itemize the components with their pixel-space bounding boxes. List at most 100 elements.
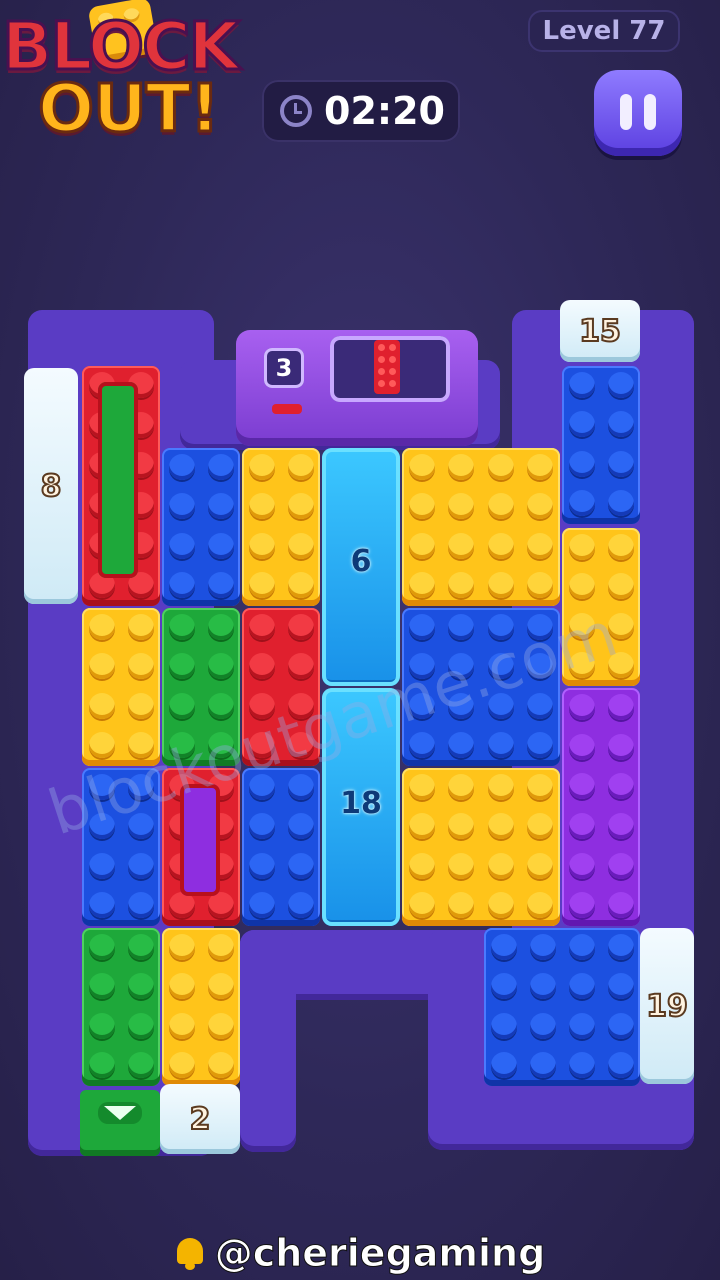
brick-stud (207, 653, 234, 680)
brick-stud (568, 933, 595, 960)
brick-stud (127, 852, 154, 879)
block-blue[interactable] (162, 448, 240, 606)
exit-gate-19: 19 (640, 928, 694, 1084)
brick-stud (248, 852, 275, 879)
red-brick-target-icon (374, 340, 400, 394)
ice-counter: 6 (350, 544, 372, 579)
block-yellow-large[interactable] (402, 768, 560, 926)
brick-stud (168, 493, 195, 520)
brick-stud (168, 532, 195, 559)
brick-stud (607, 573, 634, 600)
brick-stud (408, 892, 435, 919)
brick-stud (88, 892, 115, 919)
exit-gate-15: 15 (560, 300, 640, 362)
brick-stud (207, 1052, 234, 1079)
brick-stud (568, 411, 595, 438)
brick-stud (568, 852, 595, 879)
brick-stud (568, 371, 595, 398)
brick-stud (487, 572, 514, 599)
green-exit (80, 1090, 160, 1156)
block-purple[interactable] (562, 688, 640, 926)
brick-stud (88, 613, 115, 640)
brick-stud (88, 653, 115, 680)
brick-stud (207, 933, 234, 960)
brick-stud (88, 1012, 115, 1039)
brick-stud (248, 493, 275, 520)
machine-indicator-light (272, 404, 302, 414)
brick-stud (88, 973, 115, 1000)
brick-stud (527, 773, 554, 800)
brick-stud (408, 453, 435, 480)
gate-counter: 19 (645, 988, 689, 1025)
block-yellow[interactable] (82, 608, 160, 766)
brick-stud (287, 532, 314, 559)
brick-stud (287, 453, 314, 480)
brick-stud (568, 1052, 595, 1079)
brick-stud (248, 453, 275, 480)
brick-stud (207, 453, 234, 480)
brick-stud (607, 733, 634, 760)
block-red-tall-inner (98, 382, 138, 578)
brick-stud (248, 532, 275, 559)
brick-stud (408, 493, 435, 520)
brick-stud (490, 1012, 517, 1039)
brick-stud (207, 1012, 234, 1039)
brick-stud (568, 773, 595, 800)
block-blue-large[interactable] (484, 928, 640, 1086)
brick-stud (127, 653, 154, 680)
brick-stud (568, 812, 595, 839)
brick-stud (607, 933, 634, 960)
brick-stud (568, 892, 595, 919)
brick-stud (287, 613, 314, 640)
block-blue[interactable] (562, 366, 640, 524)
brick-stud (127, 933, 154, 960)
brick-stud (248, 892, 275, 919)
brick-stud (207, 692, 234, 719)
brick-stud (408, 532, 435, 559)
brick-stud (487, 732, 514, 759)
brick-stud (529, 1052, 556, 1079)
brick-stud (607, 973, 634, 1000)
brick-stud (487, 453, 514, 480)
brick-stud (527, 453, 554, 480)
brick-stud (287, 493, 314, 520)
brick-stud (287, 813, 314, 840)
brick-stud (248, 572, 275, 599)
brick-stud (568, 450, 595, 477)
brick-stud (408, 732, 435, 759)
block-blue[interactable] (242, 768, 320, 926)
brick-stud (248, 813, 275, 840)
brick-stud (448, 613, 475, 640)
brick-stud (207, 532, 234, 559)
brick-stud (487, 532, 514, 559)
brick-collector-machine: 3 (236, 330, 478, 446)
brick-stud (529, 933, 556, 960)
ice-counter: 18 (340, 786, 382, 821)
brick-stud (207, 493, 234, 520)
brick-stud (607, 1012, 634, 1039)
brick-stud (568, 573, 595, 600)
brick-stud (607, 1052, 634, 1079)
exit-gate-8: 8 (24, 368, 78, 604)
brick-stud (607, 892, 634, 919)
block-yellow-large[interactable] (402, 448, 560, 606)
brick-stud (529, 1012, 556, 1039)
brick-stud (527, 532, 554, 559)
brick-stud (487, 852, 514, 879)
brick-stud (448, 892, 475, 919)
brick-stud (568, 533, 595, 560)
brick-stud (127, 1012, 154, 1039)
brick-stud (527, 852, 554, 879)
brick-stud (487, 813, 514, 840)
brick-stud (487, 493, 514, 520)
brick-stud (248, 613, 275, 640)
brick-stud (568, 973, 595, 1000)
brick-stud (127, 692, 154, 719)
block-yellow[interactable] (162, 928, 240, 1086)
block-green[interactable] (82, 928, 160, 1086)
brick-stud (568, 490, 595, 517)
brick-stud (568, 693, 595, 720)
brick-stud (168, 613, 195, 640)
machine-counter: 3 (264, 348, 304, 388)
block-yellow[interactable] (242, 448, 320, 606)
